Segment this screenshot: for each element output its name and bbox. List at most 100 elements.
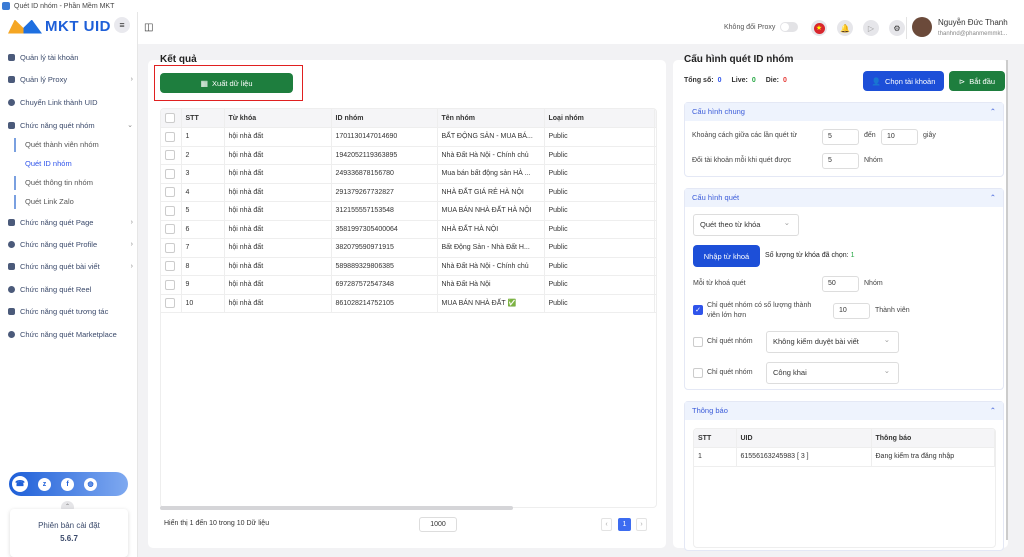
cell-keyword: hội nhà đất (224, 164, 332, 184)
cell-group-type: Public (544, 201, 655, 221)
proxy-toggle[interactable] (780, 22, 799, 32)
member-min-input[interactable]: 10 (833, 303, 870, 319)
vertical-scrollbar[interactable] (1006, 60, 1008, 540)
cell-stt: 3 (181, 164, 225, 184)
cell-keyword: hội nhà đất (224, 294, 332, 313)
sidebar-item-group-scan[interactable]: Chức năng quét nhóm ⌄ (8, 118, 133, 132)
table-row[interactable]: 2 hội nhà đất 1942052119363895 Nhà Đất Hà N… (161, 146, 656, 165)
cell-extra: 2 (654, 183, 656, 202)
next-page-button[interactable]: › (636, 518, 647, 531)
row-checkbox[interactable] (161, 294, 182, 313)
row-checkbox[interactable] (161, 183, 182, 202)
table-row[interactable]: 5 hội nhà đất 312155557153548 MUA BÁN NHÀ Đ… (161, 201, 656, 221)
start-button[interactable]: ⊳ Bắt đầu (949, 71, 1005, 91)
table-row[interactable]: 1 hội nhà đất 1701130147014690 BẤT ĐỘNG SẢN… (161, 127, 656, 147)
sidebar-item-reel-scan[interactable]: Chức năng quét Reel (8, 282, 133, 296)
table-row[interactable]: 7 hội nhà đất 382079590971915 Bất Động Sản … (161, 238, 656, 258)
link-icon (8, 98, 15, 106)
sidebar-item-profile-scan[interactable]: Chức năng quét Profile › (8, 237, 133, 251)
layout-toggle-icon[interactable]: ◫ (144, 22, 153, 33)
horizontal-scrollbar[interactable] (160, 506, 513, 510)
label: Xuất dữ liệu (212, 78, 253, 88)
avatar[interactable] (912, 17, 932, 37)
choose-account-button[interactable]: 👤 Chọn tài khoản (863, 71, 944, 91)
row-checkbox[interactable] (161, 146, 182, 165)
interval-to-input[interactable]: 10 (881, 129, 918, 145)
table-row[interactable]: 8 hội nhà đất 589889329806385 Nhà Đất Hà Nộ… (161, 257, 656, 276)
label: Chức năng quét Profile (20, 239, 98, 249)
user-email: thanhnd@phanmemmkt... (938, 31, 1008, 37)
zalo-icon[interactable]: z (38, 477, 51, 491)
column-header[interactable]: Từ khóa (224, 109, 332, 128)
sidebar-subitem-group-info[interactable]: Quét thông tin nhóm (14, 176, 93, 190)
cell-extra: 1 (654, 294, 656, 313)
sidebar-item-interaction-scan[interactable]: Chức năng quét tương tác (8, 304, 133, 318)
cell-group-type: Public (544, 164, 655, 184)
sidebar-item-accounts[interactable]: Quản lý tài khoản (8, 50, 133, 64)
row-checkbox[interactable] (161, 220, 182, 239)
globe-icon[interactable]: ◍ (84, 477, 97, 491)
cell-group-type: Public (544, 127, 655, 147)
section-header[interactable]: Cấu hình chung ⌃ (685, 103, 1003, 121)
column-header[interactable]: Loại nhóm (544, 109, 655, 128)
table-row[interactable]: 9 hội nhà đất 697287572547348 Nhà Đất Hà Nộ… (161, 275, 656, 295)
play-circle-icon: ⊳ (958, 76, 966, 86)
interval-from-input[interactable]: 5 (822, 129, 859, 145)
page-size-select[interactable]: 1000 (419, 517, 457, 532)
sidebar-item-proxy[interactable]: Quản lý Proxy › (8, 72, 133, 86)
row-checkbox[interactable] (161, 257, 182, 276)
sidebar-subitem-zalo-link[interactable]: Quét Link Zalo (14, 195, 74, 209)
filter1-checkbox[interactable] (693, 337, 703, 347)
switch-account-input[interactable]: 5 (822, 153, 859, 169)
member-filter-checkbox[interactable]: ✓ (693, 305, 703, 315)
filter1-select[interactable]: Không kiểm duyệt bài viết (766, 330, 899, 353)
version-card: Phiên bản cài đặt 5.6.7 (10, 509, 128, 557)
row-checkbox[interactable] (161, 127, 182, 147)
sidebar-item-link-to-uid[interactable]: Chuyển Link thành UID (8, 95, 133, 109)
row-checkbox[interactable] (161, 238, 182, 258)
version-number: 5.6.7 (60, 534, 78, 543)
section-header[interactable]: Thông báo ⌃ (685, 402, 1003, 420)
select-all-checkbox[interactable] (161, 109, 182, 128)
sidebar-item-post-scan[interactable]: Chức năng quét bài viết › (8, 259, 133, 273)
cell-group-name: Bất Động Sản - Nhà Đất H... (437, 238, 545, 258)
label: Bắt đầu (969, 76, 996, 86)
table-row[interactable]: 4 hội nhà đất 291379267732827 NHÀ ĐẤT GIÁ R… (161, 183, 656, 202)
play-icon[interactable]: ▷ (863, 20, 879, 36)
cell-group-id: 697287572547348 (331, 275, 438, 295)
section-header[interactable]: Cấu hình quét ⌃ (685, 189, 1003, 207)
cell-extra: 5 (654, 257, 656, 276)
prev-page-button[interactable]: ‹ (601, 518, 612, 531)
table-row[interactable]: 10 hội nhà đất 861028214752105 MUA BÁN NHÀ … (161, 294, 656, 313)
row-checkbox[interactable] (161, 164, 182, 184)
filter2-select[interactable]: Công khai (766, 361, 899, 384)
table-row[interactable]: 3 hội nhà đất 249336878156780 Mua bán bất đ… (161, 164, 656, 184)
vietnam-flag-icon[interactable]: ★ (811, 20, 827, 36)
column-header[interactable]: Tên nhóm (437, 109, 545, 128)
gear-icon[interactable]: ⚙ (889, 20, 905, 36)
column-header[interactable]: ID nhóm (331, 109, 438, 128)
support-icon[interactable]: ☎ (12, 476, 28, 492)
export-button[interactable]: ▦ Xuất dữ liệu (160, 73, 293, 93)
row-checkbox[interactable] (161, 275, 182, 295)
sidebar-subitem-group-members[interactable]: Quét thành viên nhóm (14, 138, 99, 152)
cell-group-id: 589889329806385 (331, 257, 438, 276)
per-keyword-input[interactable]: 50 (822, 276, 859, 292)
input-keywords-button[interactable]: Nhập từ khoá (693, 245, 760, 267)
config-title: Cấu hình quét ID nhóm (684, 54, 794, 65)
sidebar-item-page-scan[interactable]: Chức năng quét Page › (8, 215, 133, 229)
scan-mode-select[interactable]: Quét theo từ khóa (693, 213, 799, 236)
page-button[interactable]: 1 (618, 518, 631, 531)
table-row[interactable]: 6 hội nhà đất 3581997305400064 NHÀ ĐẤT HÀ N… (161, 220, 656, 239)
facebook-icon[interactable]: f (61, 477, 74, 491)
sidebar-subitem-group-id[interactable]: Quét ID nhóm (14, 157, 72, 171)
column-header[interactable]: S (654, 109, 656, 128)
bell-icon[interactable]: 🔔 (837, 20, 853, 36)
sidebar-item-marketplace-scan[interactable]: Chức năng quét Marketplace (8, 327, 133, 341)
menu-toggle-button[interactable]: ≡ (114, 17, 130, 33)
column-header[interactable]: STT (181, 109, 225, 128)
filter2-checkbox[interactable] (693, 368, 703, 378)
cell-group-name: NHÀ ĐẤT GIÁ RẺ HÀ NỘI (437, 183, 545, 202)
total-count: 0 (717, 77, 722, 84)
row-checkbox[interactable] (161, 201, 182, 221)
